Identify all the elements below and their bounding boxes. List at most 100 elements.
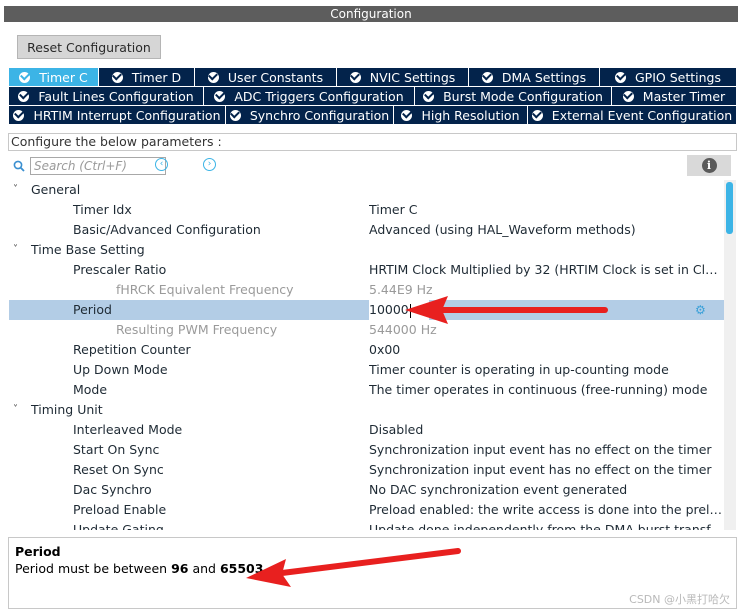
parameter-value[interactable]: Timer C — [369, 200, 724, 220]
parameter-label: Preload Enable — [73, 502, 167, 517]
parameter-value[interactable]: The timer operates in continuous (free-r… — [369, 380, 724, 400]
tab-high-resolution[interactable]: High Resolution — [394, 106, 528, 125]
period-input[interactable]: 10000 — [369, 300, 429, 320]
parameter-value[interactable]: HRTIM Clock Multiplied by 32 (HRTIM Cloc… — [369, 260, 724, 280]
check-icon — [481, 71, 493, 83]
tree-row[interactable]: Start On Sync Synchronization input event… — [9, 440, 724, 460]
check-icon — [19, 71, 31, 83]
tab-hrtim-interrupt-configuration[interactable]: HRTIM Interrupt Configuration — [9, 106, 226, 125]
parameter-tree: ˅ General Timer Idx Timer C Basic/Advanced C… — [9, 180, 724, 530]
tab-row-1: Timer C Timer D User Constants NVIC Sett… — [9, 68, 737, 87]
check-icon — [229, 109, 241, 121]
parameter-value[interactable]: Disabled — [369, 420, 724, 440]
tree-row[interactable]: Repetition Counter 0x00 — [9, 340, 724, 360]
tree-row[interactable]: Preload Enable Preload enabled: the write… — [9, 500, 724, 520]
parameter-value[interactable]: Advanced (using HAL_Waveform methods) — [369, 220, 724, 240]
chevron-down-icon[interactable]: ˅ — [13, 400, 18, 420]
check-icon — [214, 90, 226, 102]
parameter-label: Repetition Counter — [73, 342, 191, 357]
search-input[interactable] — [30, 157, 166, 175]
check-icon — [401, 109, 413, 121]
scrollbar-thumb[interactable] — [726, 182, 733, 234]
previous-match-icon[interactable]: ‹ — [155, 158, 168, 171]
tree-group[interactable]: ˅ Timing Unit — [9, 400, 724, 420]
check-icon — [622, 90, 634, 102]
parameter-value[interactable]: Preload enabled: the write access is don… — [369, 500, 724, 520]
parameters-header: Configure the below parameters : — [8, 133, 737, 151]
tab-master-timer[interactable]: Master Timer — [612, 87, 737, 106]
parameter-value[interactable]: 0x00 — [369, 340, 724, 360]
description-panel: Period Period must be between 96 and 655… — [8, 537, 737, 609]
chevron-down-icon[interactable]: ˅ — [13, 240, 18, 260]
tree-row[interactable]: Timer Idx Timer C — [9, 200, 724, 220]
info-button[interactable]: i — [687, 155, 731, 176]
parameter-value[interactable]: No DAC synchronization event generated — [369, 480, 724, 500]
tab-gpio-settings[interactable]: GPIO Settings — [600, 68, 737, 87]
parameter-label: Reset On Sync — [73, 462, 164, 477]
window-titlebar: Configuration — [0, 0, 742, 24]
chevron-down-icon[interactable]: ˅ — [13, 180, 18, 200]
parameter-label: Prescaler Ratio — [73, 262, 167, 277]
description-min: 96 — [171, 561, 189, 576]
parameter-label: Dac Synchro — [73, 482, 152, 497]
tab-nvic-settings[interactable]: NVIC Settings — [337, 68, 469, 87]
tree-row-selected[interactable]: Period 10000 ⚙ — [9, 300, 724, 320]
tree-row[interactable]: Dac Synchro No DAC synchronization event … — [9, 480, 724, 500]
parameter-value[interactable]: 5.44E9 Hz — [369, 280, 724, 300]
tab-user-constants[interactable]: User Constants — [195, 68, 337, 87]
tree-row[interactable]: Interleaved Mode Disabled — [9, 420, 724, 440]
parameter-label: Interleaved Mode — [73, 422, 183, 437]
check-icon — [615, 71, 626, 83]
parameter-value[interactable]: Update done independently from the DMA b… — [369, 520, 724, 530]
tree-row[interactable]: Update Gating Update done independently f… — [9, 520, 724, 530]
vertical-scrollbar[interactable] — [724, 180, 736, 530]
parameter-label: Timer Idx — [73, 202, 132, 217]
parameter-value[interactable]: Synchronization input event has no effec… — [369, 460, 724, 480]
parameter-label: Mode — [73, 382, 108, 397]
parameters-toolbar: ‹ › i — [9, 155, 737, 177]
tab-timer-c[interactable]: Timer C — [9, 68, 99, 87]
check-icon — [207, 71, 219, 83]
reset-configuration-button[interactable]: Reset Configuration — [17, 35, 161, 59]
tab-fault-lines-configuration[interactable]: Fault Lines Configuration — [9, 87, 204, 106]
tab-external-event-configuration[interactable]: External Event Configuration — [528, 106, 737, 125]
tab-dma-settings[interactable]: DMA Settings — [469, 68, 600, 87]
tree-row[interactable]: Resulting PWM Frequency 544000 Hz — [9, 320, 724, 340]
tree-row[interactable]: Prescaler Ratio HRTIM Clock Multiplied by… — [9, 260, 724, 280]
tree-row[interactable]: Up Down Mode Timer counter is operating i… — [9, 360, 724, 380]
description-title: Period — [15, 544, 61, 559]
window-title: Configuration — [4, 6, 738, 22]
tree-row[interactable]: Basic/Advanced Configuration Advanced (us… — [9, 220, 724, 240]
tree-row[interactable]: Reset On Sync Synchronization input event… — [9, 460, 724, 480]
tree-group[interactable]: ˅ Time Base Setting — [9, 240, 724, 260]
check-icon — [349, 71, 361, 83]
parameter-label: Period — [73, 302, 112, 317]
tree-row[interactable]: Mode The timer operates in continuous (fr… — [9, 380, 724, 400]
next-match-icon[interactable]: › — [203, 158, 216, 171]
parameter-label: Update Gating — [73, 522, 164, 530]
parameter-value[interactable]: Timer counter is operating in up-countin… — [369, 360, 724, 380]
parameter-value[interactable]: 544000 Hz — [369, 320, 724, 340]
parameter-label: Up Down Mode — [73, 362, 168, 377]
tab-synchro-configuration[interactable]: Synchro Configuration — [226, 106, 394, 125]
parameter-label: Start On Sync — [73, 442, 160, 457]
tree-row[interactable]: fHRCK Equivalent Frequency 5.44E9 Hz — [9, 280, 724, 300]
tab-timer-d[interactable]: Timer D — [99, 68, 195, 87]
tree-group-label: General — [31, 182, 81, 197]
description-text: Period must be between 96 and 65503. — [15, 561, 268, 576]
tab-bar: Timer C Timer D User Constants NVIC Sett… — [9, 68, 737, 125]
search-box — [13, 157, 175, 175]
tree-group[interactable]: ˅ General — [9, 180, 724, 200]
check-icon — [111, 71, 123, 83]
tab-burst-mode-configuration[interactable]: Burst Mode Configuration — [415, 87, 612, 106]
parameter-value[interactable]: Synchronization input event has no effec… — [369, 440, 724, 460]
gear-icon[interactable]: ⚙ — [695, 304, 707, 316]
info-icon: i — [701, 158, 717, 173]
tree-group-label: Time Base Setting — [31, 242, 145, 257]
tree-group-label: Timing Unit — [31, 402, 103, 417]
tab-row-3: HRTIM Interrupt Configuration Synchro Co… — [9, 106, 737, 125]
search-icon — [13, 160, 25, 172]
check-icon — [13, 109, 25, 121]
parameter-label: Resulting PWM Frequency — [116, 322, 278, 337]
tab-adc-triggers-configuration[interactable]: ADC Triggers Configuration — [204, 87, 415, 106]
